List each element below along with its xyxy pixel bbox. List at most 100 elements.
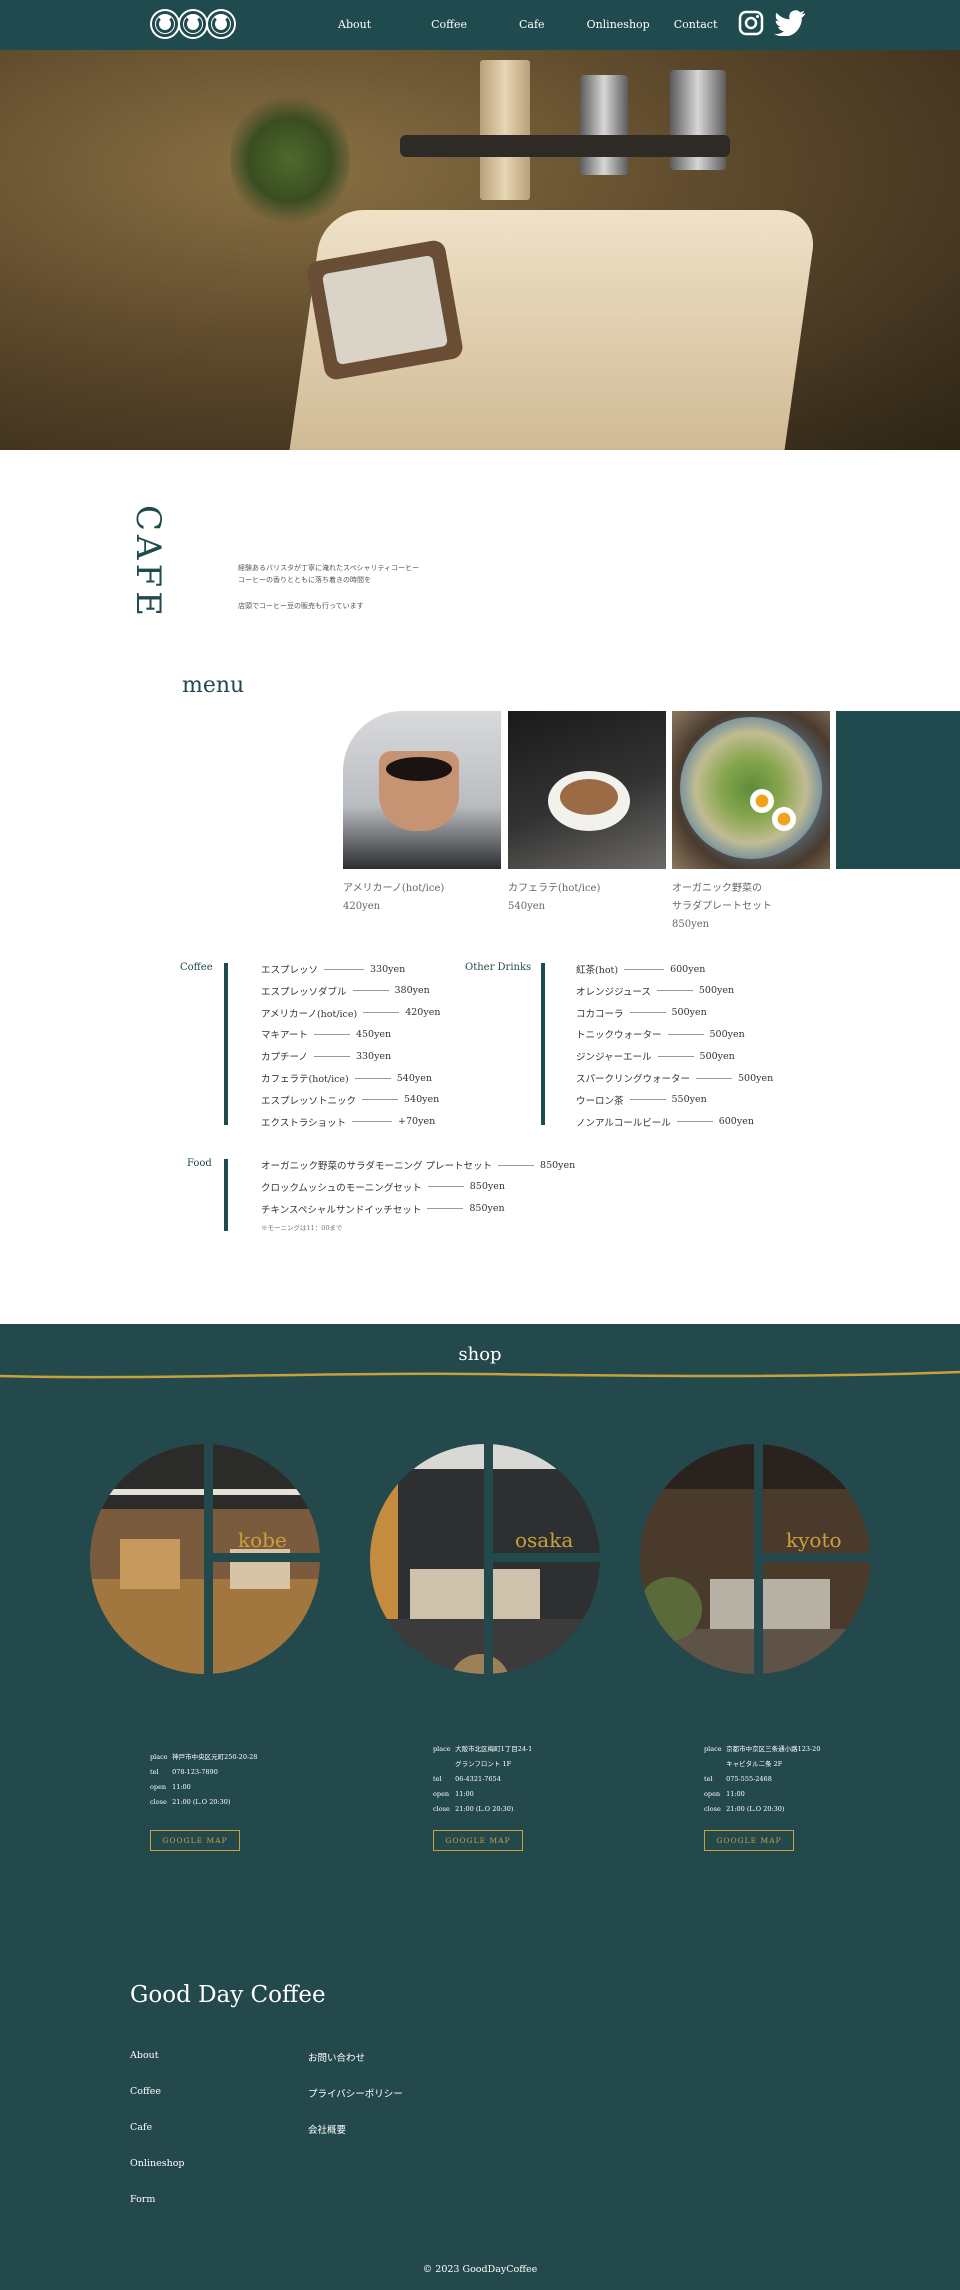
price-row: エスプレッソダブル 380yen xyxy=(261,984,430,998)
shop-image-osaka xyxy=(370,1429,600,1705)
menu-card-americano[interactable] xyxy=(343,711,501,869)
copyright: © 2023 GoodDayCoffee xyxy=(422,2264,538,2275)
footer-link-coffee[interactable]: Coffee xyxy=(130,2086,161,2097)
menu-card-salad[interactable] xyxy=(672,711,830,869)
leader-line xyxy=(667,1033,704,1035)
google-map-button-osaka[interactable]: GOOGLE MAP xyxy=(433,1830,523,1851)
item-name: マキアート xyxy=(261,1030,308,1042)
page: About Coffee Cafe Onlineshop Contact CAF… xyxy=(0,0,960,2290)
item-name: オーガニック野菜のサラダモーニング プレートセット xyxy=(261,1161,493,1172)
price-row: チキンスペシャルサンドイッチセット 850yen xyxy=(261,1202,505,1216)
item-price: 850yen xyxy=(469,1203,505,1215)
menu-card-placeholder xyxy=(836,711,960,869)
item-name: スパークリングウォーター xyxy=(576,1074,691,1085)
shop-heading: shop xyxy=(458,1344,502,1365)
leader-line xyxy=(696,1077,733,1079)
price-row: 紅茶(hot) 600yen xyxy=(576,962,706,977)
price-row: トニックウォーター 500yen xyxy=(576,1027,745,1042)
item-price: 600yen xyxy=(670,963,706,975)
leader-line xyxy=(427,1208,464,1210)
hero-machine-panel xyxy=(305,238,465,382)
menu-heading: menu xyxy=(182,673,245,698)
item-name: エクストラショット xyxy=(261,1117,347,1129)
shop-name-kobe: kobe xyxy=(238,1528,287,1552)
shop-name-osaka: osaka xyxy=(515,1528,574,1552)
shop-info-kobe: place 神戸市中央区元町250-20-28 tel 078-123-7890… xyxy=(150,1753,258,1806)
hero-pitcher xyxy=(580,75,628,175)
nav-coffee[interactable]: Coffee xyxy=(431,18,467,31)
shop-image-kyoto xyxy=(640,1429,870,1705)
price-row: エスプレッソトニック 540yen xyxy=(261,1093,439,1107)
item-price: 540yen xyxy=(404,1094,440,1106)
footer-link-company[interactable]: 会社概要 xyxy=(308,2122,346,2136)
item-name: 紅茶(hot) xyxy=(576,965,619,976)
leader-line xyxy=(629,1012,666,1014)
shop-section: shop kobe osaka kyoto place 神戸市中央区元町250-… xyxy=(0,1324,960,2290)
logo-mark xyxy=(180,11,206,37)
item-name: カフェラテ(hot/ice) xyxy=(261,1074,349,1085)
leader-line xyxy=(352,1121,393,1123)
wave-divider xyxy=(0,1370,960,1379)
nav-cafe[interactable]: Cafe xyxy=(519,18,545,31)
price-row: オレンジジュース 500yen xyxy=(576,984,734,998)
item-price: 450yen xyxy=(355,1028,392,1040)
item-price: 500yen xyxy=(698,985,735,997)
item-price: 330yen xyxy=(355,1050,392,1062)
leader-line xyxy=(657,1055,694,1057)
price-row: コカコーラ 500yen xyxy=(576,1006,707,1020)
leader-line xyxy=(324,968,365,970)
nav-about[interactable]: About xyxy=(338,18,371,31)
cafe-heading: CAFE xyxy=(128,505,168,620)
item-name: ジンジャーエール xyxy=(576,1052,652,1064)
footer-link-cafe[interactable]: Cafe xyxy=(130,2122,152,2133)
item-name: トニックウォーター xyxy=(576,1030,662,1042)
shop-info-kyoto: place 京都市中京区三条通小路123-20 キャビタル二条 2F tel 0… xyxy=(704,1745,821,1813)
social-links xyxy=(738,10,806,36)
leader-line xyxy=(676,1121,713,1123)
coffee-label: Coffee xyxy=(180,962,213,973)
item-name: エスプレッソトニック xyxy=(261,1095,357,1107)
header: About Coffee Cafe Onlineshop Contact xyxy=(0,0,960,50)
item-price: 330yen xyxy=(370,963,406,975)
divider-bar xyxy=(224,963,228,1125)
leader-line xyxy=(656,990,693,992)
footer-link-contact[interactable]: お問い合わせ xyxy=(308,2050,365,2064)
nav-onlineshop[interactable]: Onlineshop xyxy=(587,18,650,31)
food-label: Food xyxy=(187,1158,212,1169)
instagram-icon[interactable] xyxy=(738,10,764,36)
item-name: クロックムッシュのモーニングセット xyxy=(261,1182,422,1194)
price-row: ウーロン茶 550yen xyxy=(576,1093,707,1107)
item-name: オレンジジュース xyxy=(576,986,651,998)
leader-line xyxy=(624,968,665,970)
main-nav: About Coffee Cafe Onlineshop Contact xyxy=(338,18,717,31)
leader-line xyxy=(427,1186,464,1188)
menu-card-latte[interactable] xyxy=(508,711,666,869)
item-name: エスプレッソダブル xyxy=(261,986,347,998)
twitter-icon[interactable] xyxy=(774,10,806,36)
item-price: 540yen xyxy=(396,1072,432,1084)
logo-mark xyxy=(152,11,178,37)
item-price: 850yen xyxy=(540,1159,576,1171)
price-row: スパークリングウォーター 500yen xyxy=(576,1071,774,1086)
price-row: マキアート 450yen xyxy=(261,1027,392,1042)
footer-link-about[interactable]: About xyxy=(130,2050,159,2061)
footer-link-form[interactable]: Form xyxy=(130,2194,155,2205)
item-price: 380yen xyxy=(394,985,430,997)
footer-link-privacy[interactable]: プライバシーポリシー xyxy=(308,2086,403,2100)
price-row: クロックムッシュのモーニングセット 850yen xyxy=(261,1180,505,1194)
logo[interactable] xyxy=(152,11,234,37)
price-row: ノンアルコールビール 600yen xyxy=(576,1115,754,1129)
google-map-button-kyoto[interactable]: GOOGLE MAP xyxy=(704,1830,794,1851)
price-row: オーガニック野菜のサラダモーニング プレートセット 850yen xyxy=(261,1158,576,1173)
shop-info-osaka: place 大阪市北区梅町1丁目24-1 グランフロント 1F tel 06-4… xyxy=(433,1745,533,1813)
item-price: 500yen xyxy=(738,1072,774,1084)
item-price: 500yen xyxy=(699,1050,735,1062)
food-note: ※モーニングは11：00まで xyxy=(261,1224,343,1232)
hero-image xyxy=(0,50,960,450)
hero-cups xyxy=(480,60,530,200)
nav-contact[interactable]: Contact xyxy=(674,18,718,31)
hero-rail xyxy=(400,135,730,157)
price-row: ジンジャーエール 500yen xyxy=(576,1049,735,1064)
footer-link-onlineshop[interactable]: Onlineshop xyxy=(130,2158,185,2169)
google-map-button-kobe[interactable]: GOOGLE MAP xyxy=(150,1830,240,1851)
